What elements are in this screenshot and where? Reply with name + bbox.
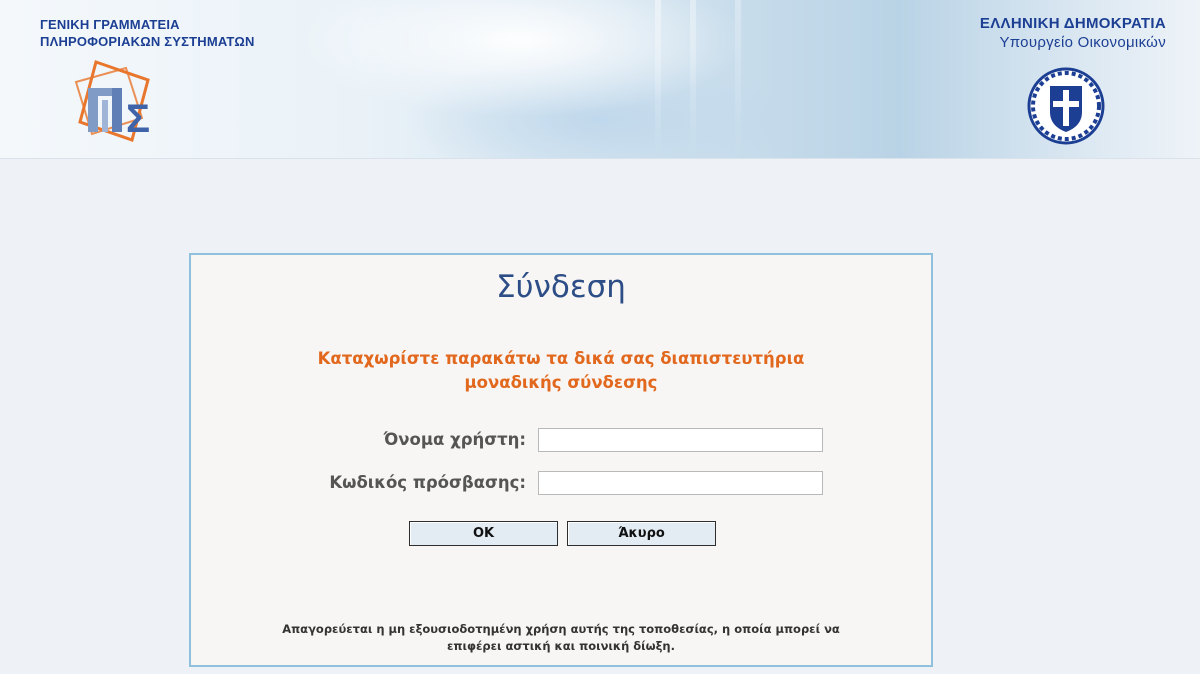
page-title: Σύνδεση [496, 269, 626, 305]
greek-emblem-icon [1027, 67, 1105, 145]
banner-streak [655, 0, 661, 158]
org-name-right: ΕΛΛΗΝΙΚΗ ΔΗΜΟΚΡΑΤΙΑ Υπουργείο Οικονομικώ… [980, 14, 1166, 52]
banner-streak [690, 0, 696, 158]
cancel-button[interactable]: Άκυρο [567, 521, 716, 546]
instructions-line2: μοναδικής σύνδεσης [464, 373, 658, 392]
login-instructions: Καταχωρίστε παρακάτω τα δικά σας διαπιστ… [191, 347, 931, 395]
instructions-line1: Καταχωρίστε παρακάτω τα δικά σας διαπιστ… [317, 349, 805, 368]
username-label: Όνομα χρήστη: [383, 430, 526, 449]
login-panel: Σύνδεση Καταχωρίστε παρακάτω τα δικά σας… [189, 253, 933, 667]
banner-streak [735, 0, 741, 158]
org-left-line2: ΠΛΗΡΟΦΟΡΙΑΚΩΝ ΣΥΣΤΗΜΑΤΩΝ [40, 34, 255, 49]
password-label: Κωδικός πρόσβασης: [329, 473, 526, 492]
warning-line2: επιφέρει αστική και ποινική δίωξη. [447, 639, 675, 653]
password-field[interactable] [538, 471, 823, 495]
org-left-line1: ΓΕΝΙΚΗ ΓΡΑΜΜΑΤΕΙΑ [40, 17, 180, 32]
warning-line1: Απαγορεύεται η μη εξουσιοδοτημένη χρήση … [282, 622, 840, 636]
header-banner: ΓΕΝΙΚΗ ΓΡΑΜΜΑΤΕΙΑ ΠΛΗΡΟΦΟΡΙΑΚΩΝ ΣΥΣΤΗΜΑΤ… [0, 0, 1200, 159]
svg-text:Σ: Σ [126, 97, 150, 141]
gsis-logo-icon: Σ [74, 60, 150, 142]
username-field[interactable] [538, 428, 823, 452]
org-right-line2: Υπουργείο Οικονομικών [999, 34, 1166, 51]
org-name-left: ΓΕΝΙΚΗ ΓΡΑΜΜΑΤΕΙΑ ΠΛΗΡΟΦΟΡΙΑΚΩΝ ΣΥΣΤΗΜΑΤ… [40, 16, 255, 50]
org-right-line1: ΕΛΛΗΝΙΚΗ ΔΗΜΟΚΡΑΤΙΑ [979, 15, 1166, 32]
legal-warning: Απαγορεύεται η μη εξουσιοδοτημένη χρήση … [191, 621, 931, 655]
ok-button[interactable]: OK [409, 521, 558, 546]
